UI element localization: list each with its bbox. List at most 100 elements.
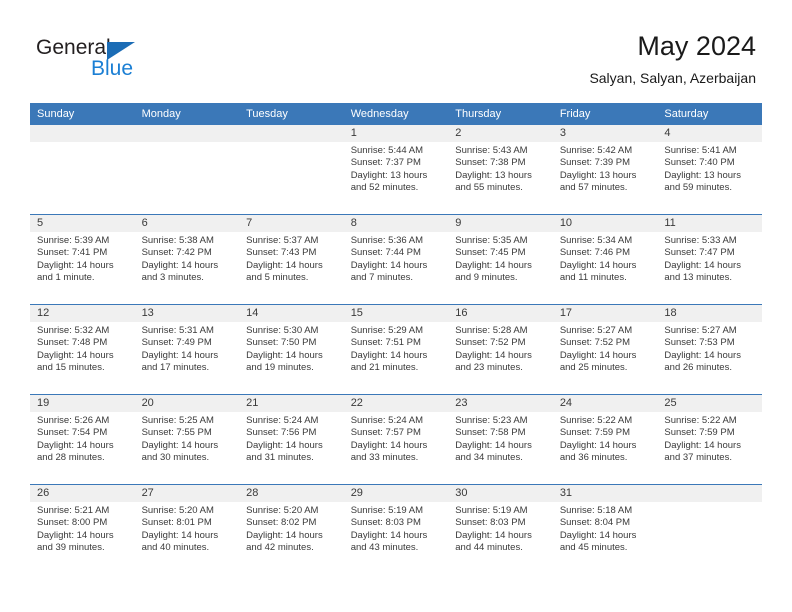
sunset-time: Sunset: 7:54 PM	[37, 427, 108, 439]
calendar-cell-inner: 4 Sunrise: 5:41 AM Sunset: 7:40 PM Daylight…	[657, 125, 762, 214]
sunrise-time: Sunrise: 5:44 AM	[350, 145, 424, 156]
calendar-day-cell[interactable]: 27 Sunrise: 5:20 AM Sunset: 8:01 PM Dayligh…	[134, 484, 240, 574]
daylight-duration-line1: Daylight: 14 hours	[559, 529, 637, 541]
calendar-day-cell[interactable]: 8 Sunrise: 5:36 AM Sunset: 7:44 PM Daylight…	[343, 214, 449, 305]
calendar-day-cell[interactable]: 30 Sunrise: 5:19 AM Sunset: 8:03 PM Dayligh…	[448, 484, 553, 574]
calendar-day-cell[interactable]: 2 Sunrise: 5:43 AM Sunset: 7:38 PM Daylight…	[448, 125, 553, 215]
calendar-day-cell[interactable]: 4 Sunrise: 5:41 AM Sunset: 7:40 PM Daylight…	[657, 125, 762, 215]
daylight-duration-line2: and 40 minutes.	[141, 542, 210, 554]
weekday-header-tuesday: Tuesday	[239, 103, 344, 125]
daylight-duration-line2: and 36 minutes.	[559, 452, 628, 464]
sunrise-time: Sunrise: 5:42 AM	[559, 145, 633, 156]
day-number: 17	[552, 305, 658, 322]
day-details: Sunrise: 5:24 AM Sunset: 7:57 PM Daylight:…	[344, 412, 449, 465]
day-details: Sunrise: 5:24 AM Sunset: 7:56 PM Daylight:…	[239, 412, 344, 465]
calendar-day-cell[interactable]: 1 Sunrise: 5:44 AM Sunset: 7:37 PM Daylight…	[343, 125, 449, 215]
calendar-day-cell[interactable]: 23 Sunrise: 5:23 AM Sunset: 7:58 PM Dayligh…	[448, 394, 553, 485]
calendar-day-cell[interactable]: 3 Sunrise: 5:42 AM Sunset: 7:39 PM Daylight…	[552, 125, 658, 215]
daylight-duration-line1: Daylight: 14 hours	[141, 349, 219, 361]
sunset-time: Sunset: 7:59 PM	[559, 427, 631, 439]
calendar-cell-inner: 1 Sunrise: 5:44 AM Sunset: 7:37 PM Daylight…	[343, 125, 449, 214]
calendar-day-cell[interactable]: 18 Sunrise: 5:27 AM Sunset: 7:53 PM Dayligh…	[657, 304, 762, 395]
day-number	[657, 485, 762, 502]
sunset-time: Sunset: 7:39 PM	[559, 157, 631, 169]
calendar-day-cell[interactable]: 14 Sunrise: 5:30 AM Sunset: 7:50 PM Dayligh…	[239, 304, 344, 395]
calendar-header-row: Sunday Monday Tuesday Wednesday Thursday…	[30, 103, 762, 125]
calendar-day-cell[interactable]: 19 Sunrise: 5:26 AM Sunset: 7:54 PM Dayligh…	[30, 394, 135, 485]
sunrise-time: Sunrise: 5:29 AM	[350, 325, 424, 336]
sunset-time: Sunset: 7:49 PM	[141, 337, 212, 349]
sunset-time: Sunset: 7:47 PM	[664, 247, 735, 259]
day-number: 20	[134, 395, 240, 412]
daylight-duration-line2: and 55 minutes.	[455, 182, 523, 194]
calendar-day-cell[interactable]: 24 Sunrise: 5:22 AM Sunset: 7:59 PM Dayligh…	[552, 394, 658, 485]
day-details: Sunrise: 5:26 AM Sunset: 7:54 PM Daylight:…	[30, 412, 135, 465]
calendar-day-cell[interactable]: 13 Sunrise: 5:31 AM Sunset: 7:49 PM Dayligh…	[134, 304, 240, 395]
sunrise-time: Sunrise: 5:32 AM	[37, 325, 110, 336]
calendar-cell-empty	[134, 125, 240, 215]
calendar-day-cell[interactable]: 10 Sunrise: 5:34 AM Sunset: 7:46 PM Dayligh…	[552, 214, 658, 305]
page-title: May 2024	[637, 31, 756, 61]
calendar-cell-inner: 30 Sunrise: 5:19 AM Sunset: 8:03 PM Dayligh…	[448, 485, 553, 574]
daylight-duration-line2: and 21 minutes.	[350, 362, 419, 374]
day-details: Sunrise: 5:42 AM Sunset: 7:39 PM Daylight:…	[553, 142, 658, 195]
calendar-day-cell[interactable]: 12 Sunrise: 5:32 AM Sunset: 7:48 PM Dayligh…	[30, 304, 135, 395]
daylight-duration-line1: Daylight: 14 hours	[37, 439, 114, 451]
general-blue-logo[interactable]: General Blue	[36, 36, 176, 84]
calendar-cell-inner: 21 Sunrise: 5:24 AM Sunset: 7:56 PM Dayligh…	[239, 395, 344, 484]
calendar-day-cell[interactable]: 31 Sunrise: 5:18 AM Sunset: 8:04 PM Dayligh…	[552, 484, 658, 574]
calendar-day-cell[interactable]: 26 Sunrise: 5:21 AM Sunset: 8:00 PM Dayligh…	[30, 484, 135, 574]
calendar-cell-inner: 7 Sunrise: 5:37 AM Sunset: 7:43 PM Daylight…	[239, 215, 344, 304]
day-details: Sunrise: 5:28 AM Sunset: 7:52 PM Daylight:…	[448, 322, 553, 375]
day-details: Sunrise: 5:43 AM Sunset: 7:38 PM Daylight:…	[448, 142, 553, 195]
daylight-duration-line1: Daylight: 14 hours	[664, 349, 741, 361]
sunrise-time: Sunrise: 5:19 AM	[350, 505, 424, 516]
calendar-cell-inner: 20 Sunrise: 5:25 AM Sunset: 7:55 PM Dayligh…	[134, 395, 240, 484]
calendar-day-cell[interactable]: 7 Sunrise: 5:37 AM Sunset: 7:43 PM Daylight…	[239, 214, 344, 305]
day-number: 28	[239, 485, 344, 502]
calendar-day-cell[interactable]: 29 Sunrise: 5:19 AM Sunset: 8:03 PM Dayligh…	[343, 484, 449, 574]
daylight-duration-line2: and 3 minutes.	[141, 272, 204, 284]
calendar-day-cell[interactable]: 16 Sunrise: 5:28 AM Sunset: 7:52 PM Dayligh…	[448, 304, 553, 395]
day-number: 25	[657, 395, 762, 412]
daylight-duration-line1: Daylight: 13 hours	[664, 169, 741, 181]
day-details: Sunrise: 5:30 AM Sunset: 7:50 PM Daylight:…	[239, 322, 344, 375]
calendar-day-cell[interactable]: 5 Sunrise: 5:39 AM Sunset: 7:41 PM Daylight…	[30, 214, 135, 305]
day-details: Sunrise: 5:44 AM Sunset: 7:37 PM Daylight:…	[344, 142, 449, 195]
daylight-duration-line2: and 11 minutes.	[559, 272, 627, 284]
calendar-day-cell[interactable]: 9 Sunrise: 5:35 AM Sunset: 7:45 PM Daylight…	[448, 214, 553, 305]
daylight-duration-line2: and 57 minutes.	[559, 182, 628, 194]
calendar-day-cell[interactable]: 11 Sunrise: 5:33 AM Sunset: 7:47 PM Dayligh…	[657, 214, 762, 305]
sunset-time: Sunset: 7:41 PM	[37, 247, 108, 259]
day-details: Sunrise: 5:19 AM Sunset: 8:03 PM Daylight:…	[448, 502, 553, 555]
weekday-header-monday: Monday	[134, 103, 240, 125]
calendar-cell-inner: 12 Sunrise: 5:32 AM Sunset: 7:48 PM Dayligh…	[30, 305, 135, 394]
calendar-week-row: 1 Sunrise: 5:44 AM Sunset: 7:37 PM Daylight…	[30, 125, 762, 215]
daylight-duration-line2: and 44 minutes.	[455, 542, 523, 554]
daylight-duration-line1: Daylight: 14 hours	[37, 529, 114, 541]
calendar-day-cell[interactable]: 22 Sunrise: 5:24 AM Sunset: 7:57 PM Dayligh…	[343, 394, 449, 485]
calendar-day-cell[interactable]: 17 Sunrise: 5:27 AM Sunset: 7:52 PM Dayligh…	[552, 304, 658, 395]
calendar-day-cell[interactable]: 25 Sunrise: 5:22 AM Sunset: 7:59 PM Dayligh…	[657, 394, 762, 485]
day-number: 24	[552, 395, 658, 412]
calendar-cell-inner: 10 Sunrise: 5:34 AM Sunset: 7:46 PM Dayligh…	[552, 215, 658, 304]
sunset-time: Sunset: 8:00 PM	[37, 517, 108, 529]
calendar-day-cell[interactable]: 28 Sunrise: 5:20 AM Sunset: 8:02 PM Dayligh…	[239, 484, 344, 574]
sunset-time: Sunset: 7:46 PM	[559, 247, 631, 259]
calendar-day-cell[interactable]: 6 Sunrise: 5:38 AM Sunset: 7:42 PM Daylight…	[134, 214, 240, 305]
daylight-duration-line2: and 25 minutes.	[559, 362, 628, 374]
daylight-duration-line1: Daylight: 13 hours	[350, 169, 428, 181]
calendar-day-cell[interactable]: 20 Sunrise: 5:25 AM Sunset: 7:55 PM Dayligh…	[134, 394, 240, 485]
daylight-duration-line1: Daylight: 14 hours	[455, 529, 532, 541]
calendar-cell-inner: 6 Sunrise: 5:38 AM Sunset: 7:42 PM Daylight…	[134, 215, 240, 304]
daylight-duration-line1: Daylight: 14 hours	[559, 259, 637, 271]
day-number: 9	[448, 215, 553, 232]
calendar-cell-inner: 15 Sunrise: 5:29 AM Sunset: 7:51 PM Dayligh…	[343, 305, 449, 394]
day-details: Sunrise: 5:25 AM Sunset: 7:55 PM Daylight:…	[135, 412, 240, 465]
day-number: 13	[134, 305, 240, 322]
sunset-time: Sunset: 7:43 PM	[246, 247, 317, 259]
calendar-cell-inner: 25 Sunrise: 5:22 AM Sunset: 7:59 PM Dayligh…	[657, 395, 762, 484]
daylight-duration-line2: and 1 minute.	[37, 272, 95, 284]
calendar-day-cell[interactable]: 21 Sunrise: 5:24 AM Sunset: 7:56 PM Dayligh…	[239, 394, 344, 485]
calendar-day-cell[interactable]: 15 Sunrise: 5:29 AM Sunset: 7:51 PM Dayligh…	[343, 304, 449, 395]
